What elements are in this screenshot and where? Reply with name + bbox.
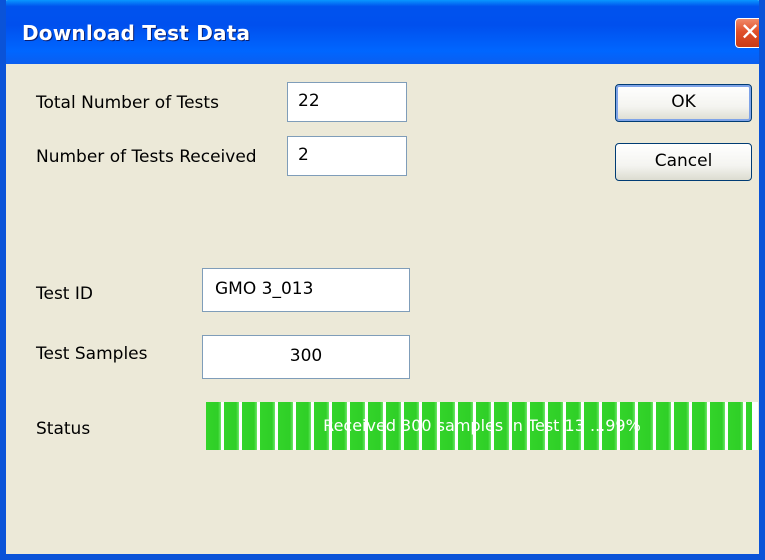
total-tests-label: Total Number of Tests — [36, 93, 219, 113]
status-progress-bar: Received 300 samples in Test 13 ...99% — [206, 402, 758, 450]
window-title: Download Test Data — [22, 21, 251, 45]
test-id-label: Test ID — [36, 284, 93, 304]
ok-button[interactable]: OK — [615, 84, 752, 122]
total-tests-field[interactable]: 22 — [287, 82, 407, 122]
close-icon[interactable]: ✕ — [735, 18, 759, 48]
tests-received-label: Number of Tests Received — [36, 147, 257, 167]
dialog-window: Download Test Data ✕ Total Number of Tes… — [0, 0, 765, 560]
cancel-button[interactable]: Cancel — [615, 143, 752, 181]
test-samples-label: Test Samples — [36, 344, 148, 364]
test-id-field[interactable]: GMO 3_013 — [202, 268, 410, 312]
test-samples-field[interactable]: 300 — [202, 335, 410, 379]
progress-text: Received 300 samples in Test 13 ...99% — [323, 416, 641, 435]
status-label: Status — [36, 419, 91, 439]
tests-received-field[interactable]: 2 — [287, 136, 407, 176]
title-bar[interactable]: Download Test Data ✕ — [6, 0, 759, 64]
